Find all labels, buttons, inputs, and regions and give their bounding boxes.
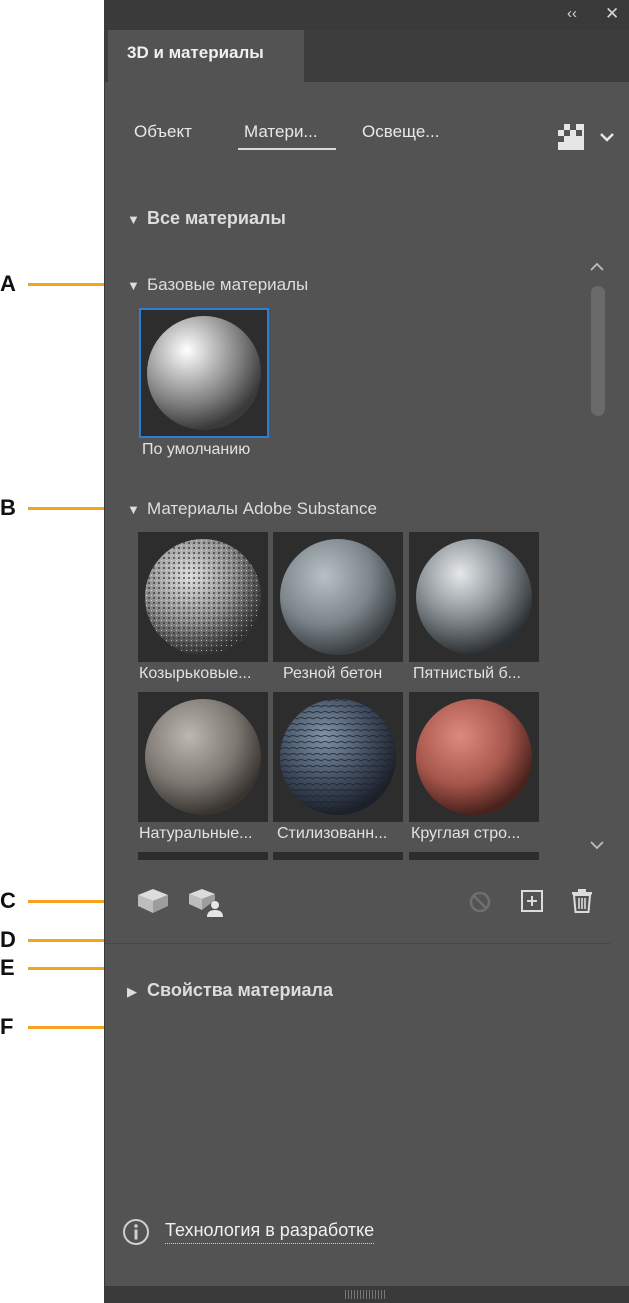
subtab-materials[interactable]: Матери... xyxy=(244,122,318,142)
material-properties-header[interactable]: ▶ Свойства материала xyxy=(127,980,333,1001)
material-tile-round[interactable] xyxy=(409,692,539,822)
tile-label: Резной бетон xyxy=(283,665,383,682)
cube-icon[interactable] xyxy=(135,886,171,921)
tile-label: По умолчанию xyxy=(142,441,251,458)
callout-a: A xyxy=(0,271,16,296)
tab-3d-materials[interactable]: 3D и материалы xyxy=(108,30,304,82)
cube-person-icon[interactable] xyxy=(187,886,225,923)
all-materials-header[interactable]: ▼ Все материалы xyxy=(127,208,286,229)
material-tile-spotted-concrete[interactable] xyxy=(409,532,539,662)
material-tile-visor[interactable] xyxy=(138,532,268,662)
resize-grip[interactable] xyxy=(345,1290,385,1299)
info-icon xyxy=(121,1217,151,1252)
panel-options-icon[interactable] xyxy=(556,121,616,151)
scrollbar[interactable] xyxy=(585,260,610,860)
callout-b: B xyxy=(0,495,16,520)
double-chevron-left-icon[interactable]: ‹‹ xyxy=(567,5,577,22)
material-tile-stylized[interactable] xyxy=(273,692,403,822)
material-tile-partial[interactable] xyxy=(138,852,268,860)
close-icon[interactable]: ✕ xyxy=(605,4,619,24)
tile-label: Козырьковые... xyxy=(139,665,252,682)
subtab-lighting[interactable]: Освеще... xyxy=(362,122,439,142)
panel-bottom-bar xyxy=(105,1286,629,1303)
panel-topbar: ‹‹ ✕ xyxy=(105,0,629,30)
active-subtab-underline xyxy=(238,148,336,150)
divider xyxy=(105,943,610,944)
material-tile-carved-concrete[interactable] xyxy=(273,532,403,662)
substance-materials-header[interactable]: ▼ Материалы Adobe Substance xyxy=(127,499,377,519)
trash-icon[interactable] xyxy=(570,888,594,919)
tile-label: Стилизованн... xyxy=(277,825,388,842)
callout-c: C xyxy=(0,888,16,913)
chevron-down-icon: ▼ xyxy=(127,212,140,227)
tech-preview-link[interactable]: Технология в разработке xyxy=(165,1220,375,1244)
materials-panel: ‹‹ ✕ 3D и материалы Объект Матери... Осв… xyxy=(104,0,629,1303)
tile-label: Натуральные... xyxy=(139,825,253,842)
tile-label: Пятнистый б... xyxy=(413,665,521,682)
chevron-right-icon: ▶ xyxy=(127,984,137,999)
subtab-object[interactable]: Объект xyxy=(134,122,192,142)
scroll-up-icon[interactable] xyxy=(589,260,605,276)
no-entry-icon[interactable] xyxy=(468,890,492,919)
scroll-thumb[interactable] xyxy=(591,286,605,416)
tab-label: 3D и материалы xyxy=(127,43,264,62)
callout-e: E xyxy=(0,955,15,980)
tab-strip: 3D и материалы xyxy=(105,30,629,82)
material-tile-partial[interactable] xyxy=(409,852,539,860)
callout-d: D xyxy=(0,927,16,952)
tile-label: Круглая стро... xyxy=(411,825,521,842)
callout-f: F xyxy=(0,1014,14,1039)
material-tile-default[interactable] xyxy=(139,308,269,438)
base-materials-header[interactable]: ▼ Базовые материалы xyxy=(127,275,308,295)
material-tile-partial[interactable] xyxy=(273,852,403,860)
scroll-down-icon[interactable] xyxy=(589,838,605,854)
chevron-down-icon: ▼ xyxy=(127,502,140,517)
material-tile-natural[interactable] xyxy=(138,692,268,822)
chevron-down-icon: ▼ xyxy=(127,278,140,293)
plus-square-icon[interactable] xyxy=(520,889,544,918)
